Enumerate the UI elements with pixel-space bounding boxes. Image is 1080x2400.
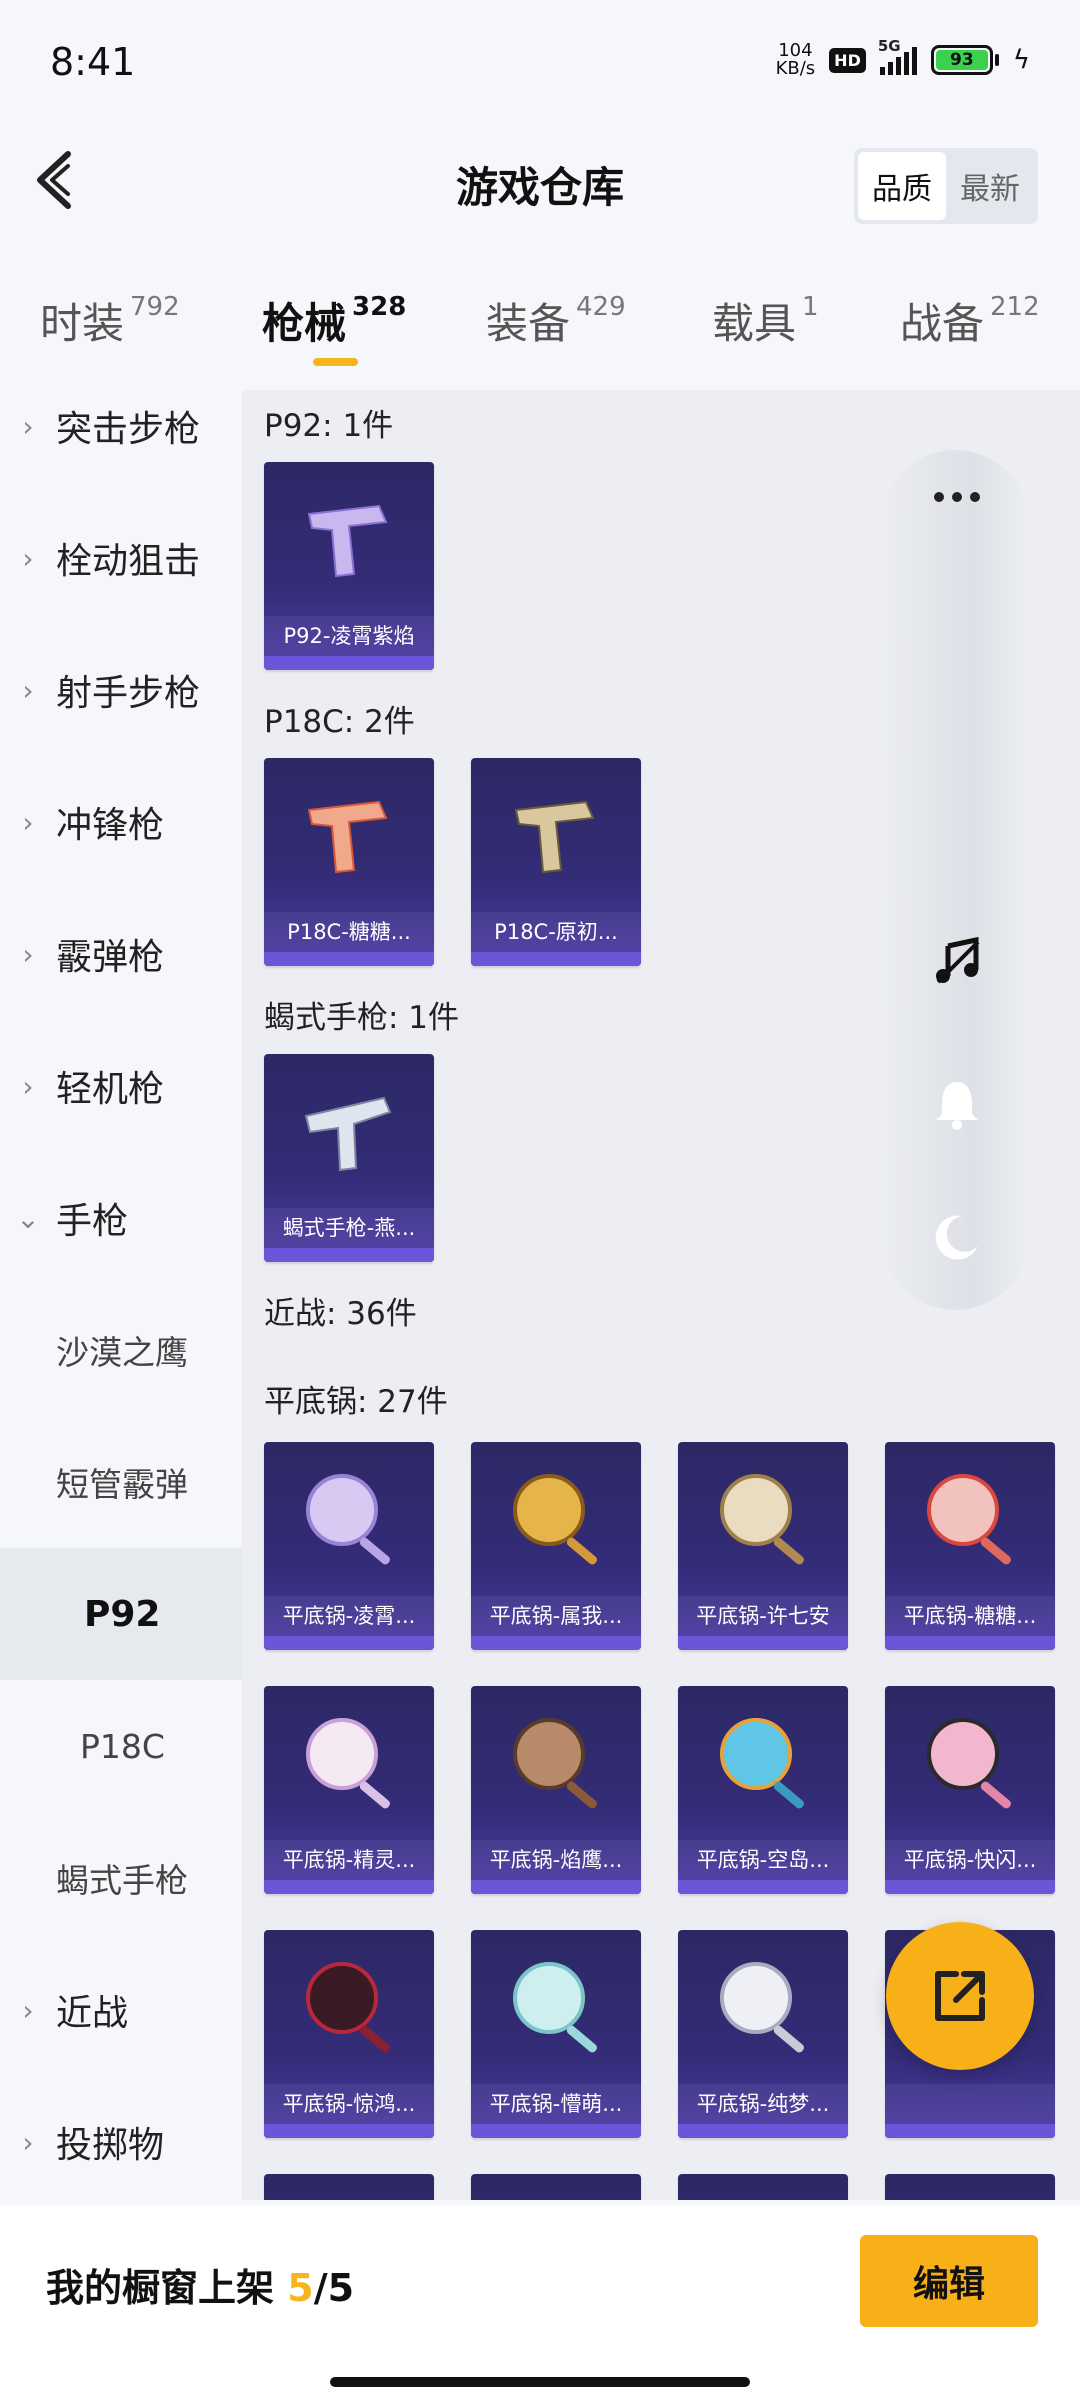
sidebar-item-melee[interactable]: › 近战 <box>0 1944 242 2076</box>
moon-icon[interactable] <box>930 1210 984 1264</box>
external-link-icon <box>935 1971 985 2021</box>
sidebar-item-marksman-rifle[interactable]: › 射手步枪 <box>0 624 242 756</box>
frying-pan-skin-icon <box>306 1718 390 1809</box>
pistol-skin-icon <box>307 504 388 578</box>
chevron-right-icon: › <box>22 541 34 575</box>
item-card[interactable]: 平底锅-空岛... <box>678 1686 848 1894</box>
chevron-right-icon: › <box>22 805 34 839</box>
chevron-right-icon: › <box>22 673 34 707</box>
item-card[interactable]: 平底锅-凌霄... <box>264 1442 434 1650</box>
item-card[interactable]: 平底锅-焰鹰... <box>471 1686 641 1894</box>
smg-pistol-skin-icon <box>304 1096 392 1172</box>
music-off-icon[interactable] <box>930 934 984 988</box>
sidebar-item-assault-rifle[interactable]: › 突击步枪 <box>0 390 242 492</box>
item-card[interactable]: 平底锅-惊鸿... <box>264 1930 434 2138</box>
item-card[interactable]: 平底锅-快闪... <box>885 1686 1055 1894</box>
item-card[interactable]: 平底锅-许七安 <box>678 1442 848 1650</box>
hd-icon: HD <box>829 47 866 73</box>
item-card[interactable]: 蝎式手枪-燕... <box>264 1054 434 1262</box>
frying-pan-skin-icon <box>720 1474 804 1565</box>
sidebar-item-scorpion[interactable]: 蝎式手枪 <box>0 1812 242 1944</box>
status-time: 8:41 <box>50 40 136 84</box>
item-card[interactable]: P18C-原初... <box>471 758 641 966</box>
section-title-p92: P92: 1件 <box>264 408 394 444</box>
frying-pan-skin-icon <box>513 1962 597 2053</box>
item-card[interactable]: 平底锅-纯梦... <box>678 1930 848 2138</box>
item-card[interactable]: 平底锅-精灵... <box>264 1686 434 1894</box>
edit-button[interactable]: 编辑 <box>860 2235 1038 2327</box>
network-speed: 104 KB/s <box>775 40 816 79</box>
item-card[interactable] <box>264 2174 434 2200</box>
chevron-down-icon: ⌄ <box>16 1201 40 1235</box>
share-fab-button[interactable] <box>886 1922 1034 2070</box>
sidebar-item-desert-eagle[interactable]: 沙漠之鹰 <box>0 1284 242 1416</box>
pistol-skin-icon <box>514 800 595 874</box>
tab-equipment[interactable]: 装备 429 <box>486 290 626 380</box>
item-card[interactable] <box>471 2174 641 2200</box>
header: 游戏仓库 品质 最新 <box>0 140 1080 224</box>
section-title-p18c: P18C: 2件 <box>264 704 415 740</box>
more-options-icon[interactable] <box>930 470 984 524</box>
frying-pan-skin-icon <box>306 1474 390 1565</box>
frying-pan-skin-icon <box>513 1474 597 1565</box>
item-card[interactable] <box>678 2174 848 2200</box>
sidebar-item-throwables[interactable]: › 投掷物 <box>0 2076 242 2208</box>
item-card[interactable] <box>885 2174 1055 2200</box>
sidebar-item-smg[interactable]: › 冲锋枪 <box>0 756 242 888</box>
category-tabs: 时装 792 枪械 328 装备 429 载具 1 战备 212 <box>0 290 1080 380</box>
tab-battle-gear[interactable]: 战备 212 <box>900 290 1040 380</box>
floating-tool-panel <box>880 450 1030 1310</box>
sidebar-item-sawed-off[interactable]: 短管霰弹 <box>0 1416 242 1548</box>
section-title-melee: 近战: 36件 <box>264 1296 417 1332</box>
sidebar-item-p92[interactable]: P92 <box>0 1548 242 1680</box>
sidebar-item-shotgun[interactable]: › 霰弹枪 <box>0 888 242 1020</box>
frying-pan-skin-icon <box>927 1474 1011 1565</box>
pistol-skin-icon <box>307 800 388 874</box>
bell-icon[interactable] <box>930 1078 984 1132</box>
bottom-bar: 我的橱窗上架 5/5 编辑 <box>0 2205 1080 2400</box>
section-title-pan: 平底锅: 27件 <box>264 1384 448 1420</box>
frying-pan-skin-icon <box>513 1718 597 1809</box>
home-indicator[interactable] <box>330 2377 750 2387</box>
frying-pan-skin-icon <box>720 1718 804 1809</box>
sort-toggle: 品质 最新 <box>854 148 1038 224</box>
item-card[interactable]: 平底锅-属我... <box>471 1442 641 1650</box>
chevron-right-icon: › <box>22 2125 34 2159</box>
status-bar: 8:41 104 KB/s HD 5G 93 ϟ <box>0 0 1080 130</box>
frying-pan-skin-icon <box>720 1962 804 2053</box>
sidebar-item-lmg[interactable]: › 轻机枪 <box>0 1020 242 1152</box>
sidebar-item-p18c[interactable]: P18C <box>0 1680 242 1812</box>
chevron-right-icon: › <box>22 1069 34 1103</box>
item-card[interactable]: 平底锅-懵萌... <box>471 1930 641 2138</box>
tab-guns[interactable]: 枪械 328 <box>262 290 406 380</box>
status-icons: 104 KB/s HD 5G 93 ϟ <box>775 37 1030 79</box>
signal-icon: 5G <box>878 37 917 75</box>
sidebar-item-bolt-sniper[interactable]: › 栓动狙击 <box>0 492 242 624</box>
sidebar-item-pistol[interactable]: ⌄ 手枪 <box>0 1152 242 1284</box>
battery-icon: 93 <box>930 45 999 75</box>
showcase-status: 我的橱窗上架 5/5 <box>46 2266 355 2310</box>
category-sidebar: › 突击步枪 › 栓动狙击 › 射手步枪 › 冲锋枪 › 霰弹枪 › 轻机枪 ⌄… <box>0 390 242 2210</box>
sort-quality-button[interactable]: 品质 <box>858 152 946 220</box>
sort-latest-button[interactable]: 最新 <box>946 152 1034 220</box>
tab-fashion[interactable]: 时装 792 <box>40 290 180 380</box>
chevron-right-icon: › <box>22 409 34 443</box>
chevron-right-icon: › <box>22 937 34 971</box>
charging-icon: ϟ <box>1012 45 1030 75</box>
active-tab-indicator <box>313 358 358 366</box>
item-card[interactable]: 平底锅-糖糖... <box>885 1442 1055 1650</box>
frying-pan-skin-icon <box>927 1718 1011 1809</box>
frying-pan-skin-icon <box>306 1962 390 2053</box>
item-card[interactable]: P92-凌霄紫焰 <box>264 462 434 670</box>
chevron-right-icon: › <box>22 1993 34 2027</box>
item-card[interactable]: P18C-糖糖... <box>264 758 434 966</box>
tab-vehicles[interactable]: 载具 1 <box>712 290 819 380</box>
section-title-scorpion: 蝎式手枪: 1件 <box>264 1000 460 1036</box>
